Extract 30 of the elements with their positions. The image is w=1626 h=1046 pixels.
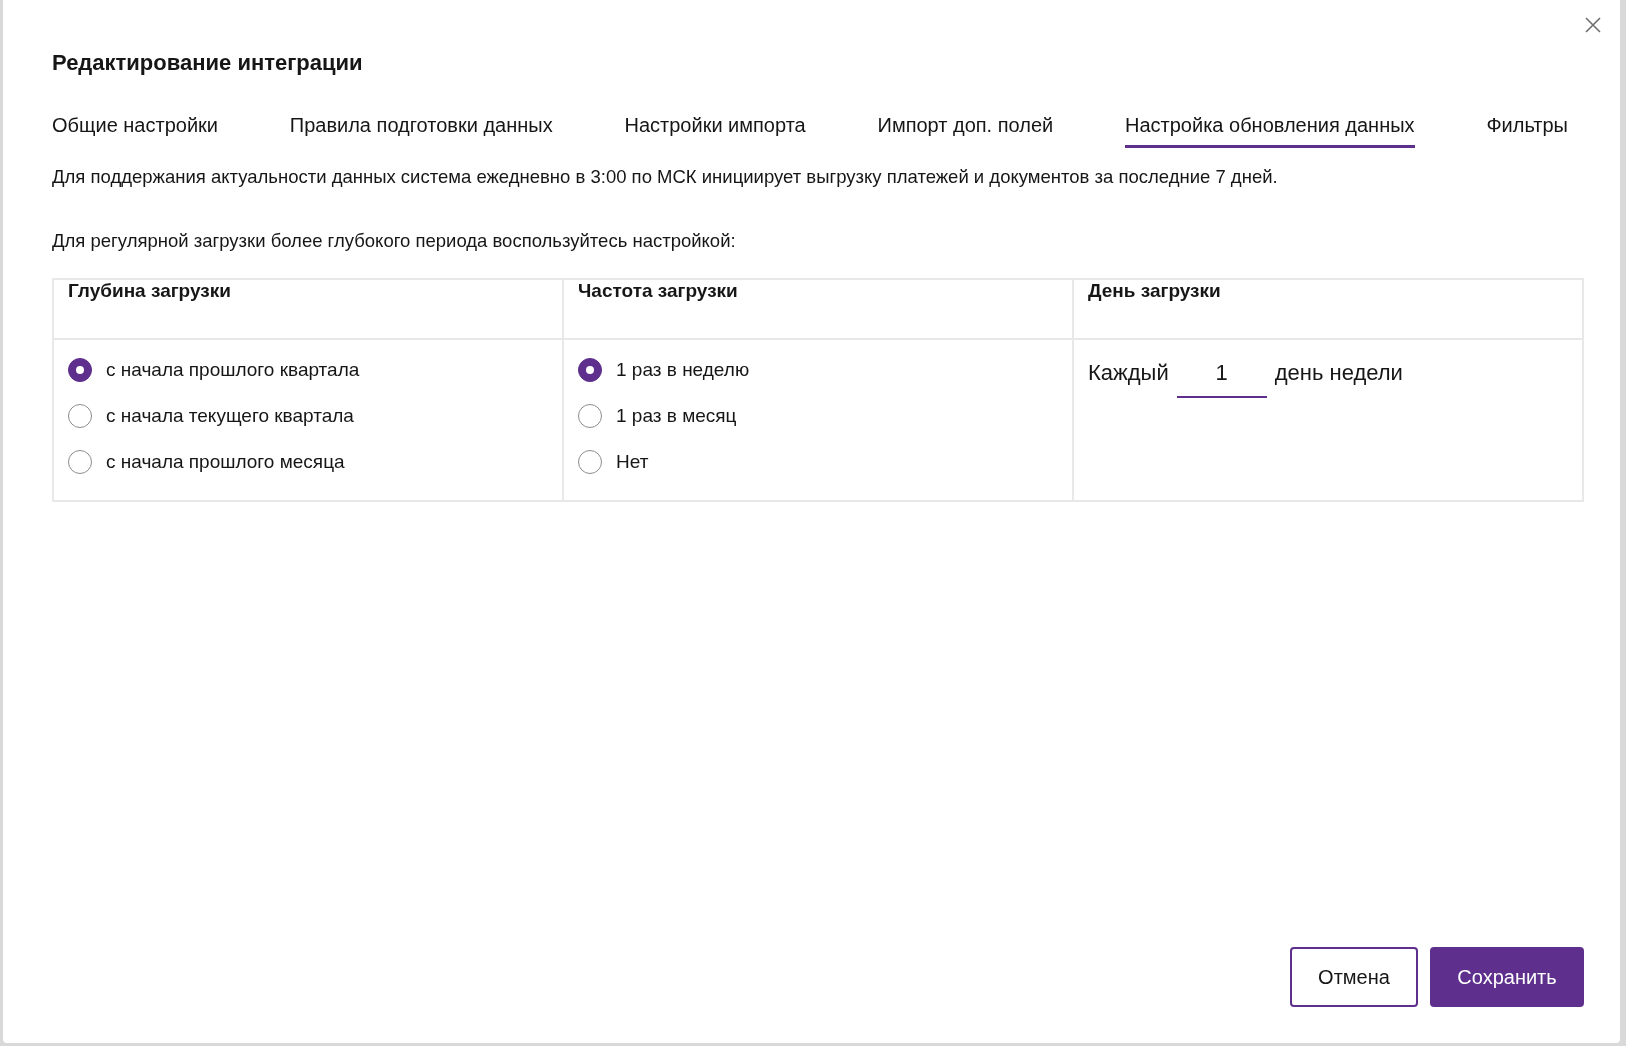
column-header: Глубина загрузки <box>53 279 563 339</box>
tab[interactable]: Импорт доп. полей <box>877 114 1054 148</box>
radio-button[interactable] <box>578 450 602 474</box>
field-prefix: Каждый <box>1088 359 1169 386</box>
description-text: Для поддержания актуальности данных система ежедневно в 3:00 по МСК инициирует выгрузку платежей и документов за последние 7 дней. <box>52 166 1279 188</box>
tab[interactable]: Фильтры <box>1486 114 1568 148</box>
radio-label[interactable]: Нет <box>616 451 649 473</box>
radio-button[interactable] <box>578 404 602 428</box>
column-header: День загрузки <box>1073 279 1583 339</box>
close-icon[interactable] <box>1584 16 1602 34</box>
tab[interactable]: Общие настройки <box>52 114 218 148</box>
radio-button[interactable] <box>68 450 92 474</box>
radio-button[interactable] <box>68 404 92 428</box>
tab[interactable]: Настройка обновления данных <box>1125 114 1415 148</box>
description-text: Для регулярной загрузки более глубокого периода воспользуйтесь настройкой: <box>52 230 737 252</box>
cancel-button[interactable]: Отмена <box>1290 947 1418 1007</box>
tab[interactable]: Правила подготовки данных <box>289 114 553 148</box>
radio-label[interactable]: с начала прошлого квартала <box>106 359 360 381</box>
radio-label[interactable]: 1 раз в неделю <box>616 359 750 381</box>
column-header: Частота загрузки <box>563 279 1073 339</box>
radio-label[interactable]: с начала прошлого месяца <box>106 451 345 473</box>
field-suffix: день недели <box>1274 359 1403 386</box>
dialog-title: Редактирование интеграции <box>52 50 364 76</box>
tab[interactable]: Настройки импорта <box>624 114 806 148</box>
save-button[interactable]: Сохранить <box>1430 947 1584 1007</box>
radio-button[interactable] <box>68 358 92 382</box>
radio-label[interactable]: 1 раз в месяц <box>616 405 737 427</box>
radio-label[interactable]: с начала текущего квартала <box>106 405 354 427</box>
day-input[interactable]: 1 <box>1176 358 1267 398</box>
radio-button[interactable] <box>578 358 602 382</box>
